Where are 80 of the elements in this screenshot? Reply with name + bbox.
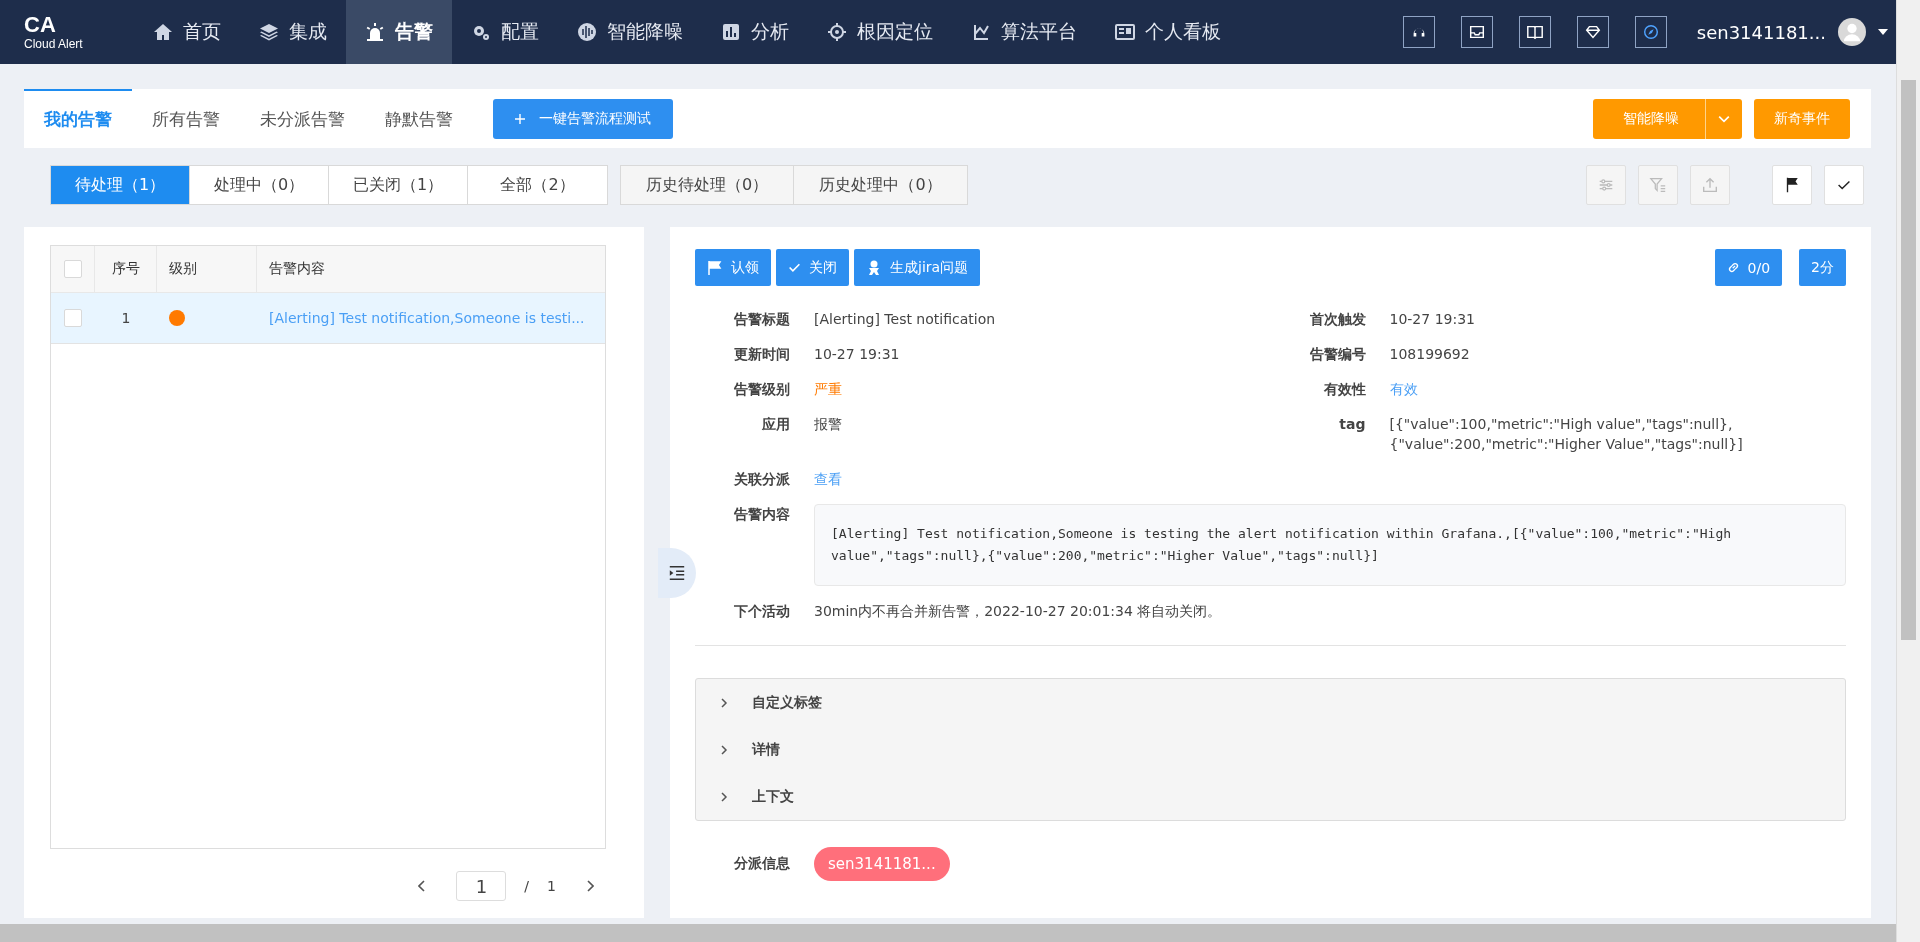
collapse-header[interactable]: 详情 [696,726,1845,773]
column-header: 级别 [169,260,197,278]
previous-page-icon[interactable] [418,880,427,892]
nav-item[interactable]: 算法平台 [952,0,1096,64]
nav-item[interactable]: 告警 [346,0,452,64]
horizontal-scrollbar[interactable] [0,924,1896,942]
field-value: 10-27 19:31 [1389,310,1475,329]
nav-item[interactable]: 首页 [134,0,240,64]
page-total: 1 [547,878,556,894]
avatar-icon[interactable] [1838,18,1866,46]
field-label: 关联分派 [733,470,790,489]
field-value: 报警 [814,415,842,434]
compass-icon[interactable] [1634,16,1667,48]
dashboard-icon [1115,22,1135,42]
nav-item[interactable]: 智能降噪 [558,0,702,64]
field-label: 分派信息 [733,855,790,873]
field-label: 有效性 [1322,380,1366,399]
field-label: 应用 [761,415,790,434]
field-label: tag [1338,415,1366,434]
indent-icon[interactable] [658,548,696,598]
history-filter[interactable]: 历史处理中（0） [794,166,967,204]
field-value: [{"value":100,"metric":"High value","tags":null}, {"value":200,"metric":"Higher Value","tags":null}] [1389,415,1743,454]
field-value: [Alerting] Test notification [814,310,996,329]
tab[interactable]: 静默告警 [365,89,473,148]
layers-icon [259,22,279,42]
tab[interactable]: 所有告警 [132,89,240,148]
page-input[interactable]: 1 [456,871,507,901]
next-page-icon[interactable] [586,880,594,892]
book-icon[interactable] [1518,16,1551,48]
filter-icon [1649,176,1667,194]
column-header: 序号 [111,260,140,278]
logo-title: CA [24,13,56,37]
field-label: 更新时间 [733,345,790,364]
nav-item[interactable]: 根因定位 [808,0,952,64]
nav-item[interactable]: 集成 [240,0,346,64]
caret-icon[interactable] [1878,29,1888,35]
upload-icon [1701,176,1719,194]
target-icon [827,22,847,42]
check-icon [788,261,801,274]
collapse-header[interactable]: 自定义标签 [696,679,1845,726]
field-label: 告警编号 [1308,345,1366,364]
field-label: 告警标题 [733,310,790,329]
table-cell: 1 [121,310,131,326]
field-value: 10-27 19:31 [814,345,900,364]
table-row[interactable]: 1 [Alerting] Test notification,Someone is testi... [51,293,605,344]
waveform-icon [577,22,597,42]
bar-chart-icon [721,22,741,42]
logo-subtitle: Cloud Alert [24,37,83,51]
history-filter[interactable]: 历史待处理（0） [621,166,794,204]
field-label: 告警级别 [733,380,790,399]
vertical-scrollbar[interactable] [1896,0,1920,942]
plus-icon [515,113,525,124]
user-name[interactable]: sen3141181... [1696,21,1826,43]
checkbox[interactable] [64,309,82,327]
link-icon [1726,261,1740,274]
field-label: 告警内容 [733,505,790,524]
headset-icon[interactable] [1402,16,1435,48]
siren-icon [365,22,385,42]
robot-icon [866,259,882,276]
page-separator: / [524,878,530,894]
nav-item[interactable]: 配置 [452,0,558,64]
column-header: 告警内容 [269,260,325,278]
graph-icon [971,22,991,42]
field-value: 30min内不再合并新告警，2022-10-27 20:01:34 将自动关闭。 [814,602,1222,621]
check-button[interactable] [1824,165,1864,205]
tab[interactable]: 未分派告警 [240,89,365,148]
field-value: 108199692 [1389,345,1470,364]
checkbox[interactable] [63,260,82,278]
home-icon [153,22,173,42]
flag-button[interactable] [1772,165,1812,205]
sliders-icon [1597,176,1615,194]
field-value: 严重 [814,380,842,399]
nav-item[interactable]: 分析 [702,0,808,64]
field-label: 首次触发 [1308,310,1366,329]
nav-item[interactable]: 个人看板 [1096,0,1240,64]
inbox-icon[interactable] [1460,16,1493,48]
collapse-header[interactable]: 上下文 [696,773,1845,820]
field-label: 下个活动 [733,602,790,621]
flag-icon [707,259,723,276]
alert-content-box: [Alerting] Test notification,Someone is testing the alert notification within Grafana.,[{"value":100,"metric":"High value","tags":null},{"value":200,"metric":"Higher Value","tags":null}] [814,504,1846,586]
